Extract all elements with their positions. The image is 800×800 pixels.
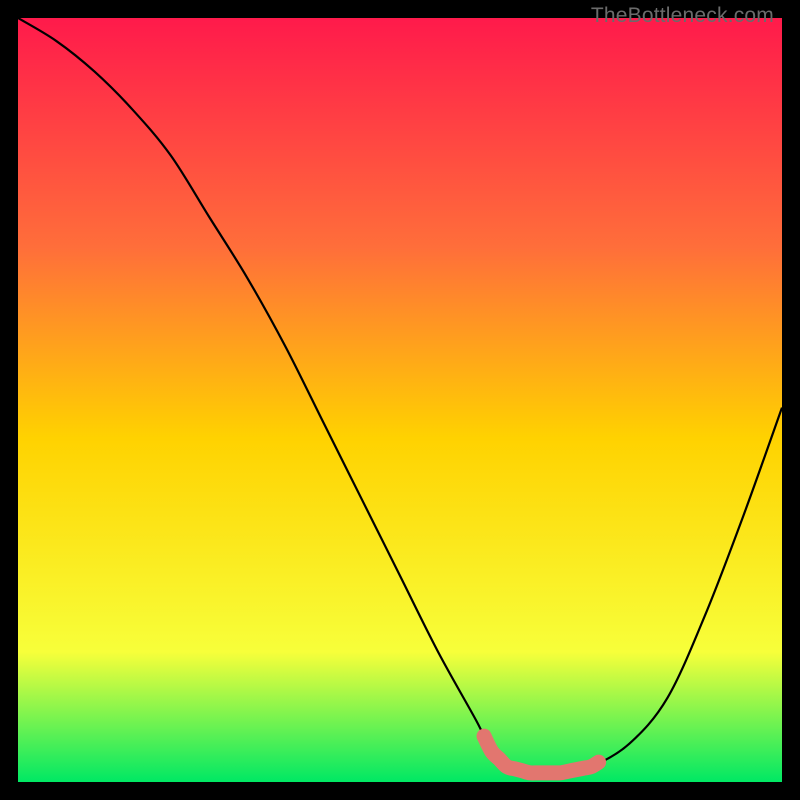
- chart-frame: [18, 18, 782, 782]
- bottleneck-chart: [18, 18, 782, 782]
- gradient-background: [18, 18, 782, 782]
- attribution-watermark: TheBottleneck.com: [591, 4, 774, 28]
